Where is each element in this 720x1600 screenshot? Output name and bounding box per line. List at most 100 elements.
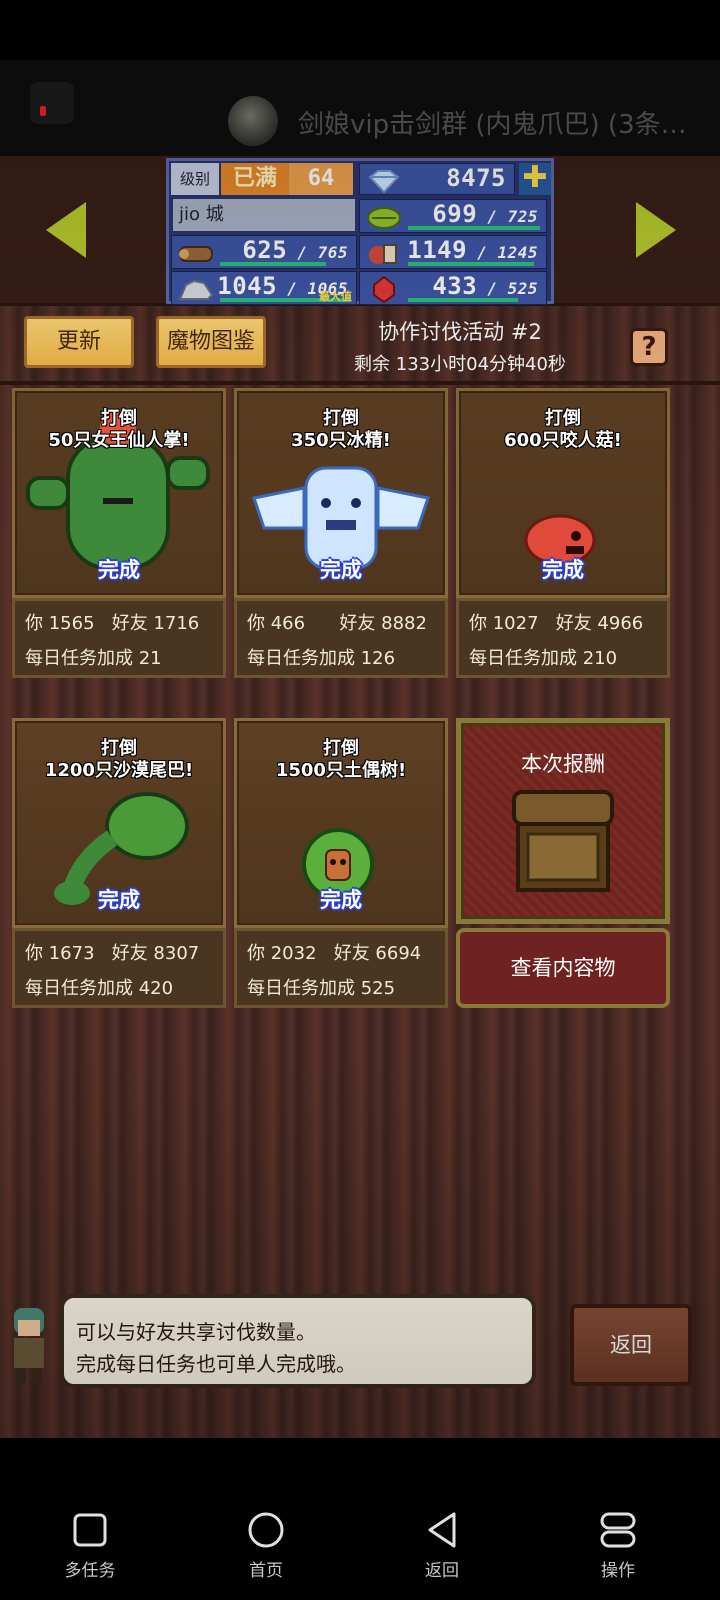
card-info: 你 1027 好友 4966 每日任务加成 210	[456, 598, 670, 678]
card-done-label: 完成	[320, 888, 362, 912]
card-done-label: 完成	[98, 888, 140, 912]
level-value: 64	[289, 163, 353, 195]
card-done-label: 完成	[542, 558, 584, 582]
gems-cell: 8475	[359, 163, 515, 195]
nav-label: 多任务	[64, 1561, 116, 1581]
dialog-line-2: 完成每日任务也可单人完成哦。	[76, 1352, 356, 1376]
food-max: 1245	[497, 243, 538, 262]
grass-max: 725	[507, 207, 538, 226]
event-title: 协作讨伐活动 #2	[378, 320, 542, 344]
card-bonus: 每日任务加成 525	[247, 978, 396, 999]
nav-multitask[interactable]: 多任务	[30, 1438, 150, 1600]
card-bonus: 每日任务加成 21	[25, 648, 162, 669]
bestiary-button[interactable]: 魔物图鉴	[156, 316, 266, 368]
reward-title: 本次报酬	[521, 752, 605, 776]
avatar	[228, 96, 278, 146]
card-info: 你 2032 好友 6694 每日任务加成 525	[234, 928, 448, 1008]
wood-bar	[220, 262, 326, 266]
player-name: jio 城	[173, 199, 355, 231]
view-contents-button[interactable]: 查看内容物	[456, 928, 670, 1008]
card-target-text: 1500只土偶树!	[275, 760, 407, 781]
level-full-badge: 已满	[221, 163, 289, 195]
card-you-count: 你 1027	[469, 613, 539, 634]
nav-label: 返回	[425, 1561, 459, 1581]
grass-cell: 699 / 725	[359, 199, 547, 233]
system-navbar: 多任务 首页 返回 操作	[0, 1438, 720, 1600]
card-info: 你 466 好友 8882 每日任务加成 126	[234, 598, 448, 678]
screen: { "notification": { "message": "剑娘vip击剑群…	[0, 0, 720, 1600]
card-target-text: 350只冰精!	[291, 430, 391, 451]
game-area: 级别 已满 64 8475 ✚ jio 城 699 / 725 625 / 76…	[0, 156, 720, 1438]
grass-bar	[408, 226, 540, 230]
hunt-card-ice-spirit[interactable]: 打倒 350只冰精! 完成 你 466 好友 8882 每日任务加成 126	[234, 388, 448, 678]
ruby-icon	[373, 275, 395, 303]
card-target-text: 1200只沙漠尾巴!	[44, 760, 194, 781]
dialog-line-1: 可以与好友共享讨伐数量。	[76, 1320, 316, 1344]
ruby-bar	[408, 298, 518, 302]
nav-back[interactable]: 返回	[382, 1438, 502, 1600]
diamond-icon	[368, 170, 400, 194]
card-you-count: 你 1673	[25, 943, 95, 964]
card-friend-count: 好友 8307	[111, 943, 200, 964]
help-button[interactable]: ?	[630, 328, 668, 366]
treasure-chest-icon	[512, 790, 614, 892]
ruby-value: 433	[432, 272, 478, 300]
grass-value: 699	[432, 200, 478, 228]
card-bonus: 每日任务加成 420	[25, 978, 174, 999]
card-friend-count: 好友 4966	[555, 613, 644, 634]
stone-cell: 1045 / 1065 最大值	[171, 271, 357, 305]
card-bonus: 每日任务加成 126	[247, 648, 396, 669]
notification-message: 剑娘vip击剑群 (内鬼爪巴) (3条…	[298, 110, 687, 140]
nav-operation[interactable]: 操作	[558, 1438, 678, 1600]
food-cell: 1149 / 1245	[359, 235, 547, 269]
event-timer: 剩余 133小时04分钟40秒	[354, 354, 566, 375]
card-bonus: 每日任务加成 210	[469, 648, 618, 669]
card-target-text: 50只女王仙人掌!	[48, 430, 190, 451]
arrow-right-icon[interactable]	[636, 202, 676, 258]
hunt-card-cactus[interactable]: 打倒 50只女王仙人掌! 完成 你 1565 好友 1716 每日任务加成 21	[12, 388, 226, 678]
status-bar: 级别 已满 64 8475 ✚ jio 城 699 / 725 625 / 76…	[0, 156, 720, 306]
card-you-count: 你 2032	[247, 943, 317, 964]
card-friend-count: 好友 8882	[339, 613, 427, 634]
nav-label: 操作	[601, 1561, 635, 1581]
wood-value: 625	[242, 236, 288, 264]
wood-cell: 625 / 765	[171, 235, 357, 269]
card-target-verb: 打倒	[101, 738, 137, 759]
level-cell: 级别 已满 64	[171, 163, 357, 195]
food-value: 1149	[407, 236, 468, 264]
back-button[interactable]: 返回	[570, 1304, 692, 1386]
refresh-button[interactable]: 更新	[24, 316, 134, 368]
hunt-card-desert-tail[interactable]: 打倒 1200只沙漠尾巴! 完成 你 1673 好友 8307 每日任务加成 42…	[12, 718, 226, 1008]
stone-icon	[178, 279, 214, 300]
app-icon	[30, 82, 74, 124]
hunt-card-earth-tree[interactable]: 打倒 1500只土偶树! 完成 你 2032 好友 6694 每日任务加成 525	[234, 718, 448, 1008]
reward-card: 本次报酬 查看内容物	[456, 718, 670, 1008]
square-icon	[73, 1513, 107, 1547]
card-target-verb: 打倒	[101, 408, 137, 429]
card-friend-count: 好友 6694	[333, 943, 422, 964]
guide-character-icon	[14, 1308, 44, 1382]
card-done-label: 完成	[320, 558, 362, 582]
stone-value: 1045	[217, 272, 278, 300]
card-info: 你 1673 好友 8307 每日任务加成 420	[12, 928, 226, 1008]
ruby-max: 525	[507, 279, 538, 298]
grass-icon	[367, 207, 401, 229]
hunt-card-biting-mushroom[interactable]: 打倒 600只咬人菇! 完成 你 1027 好友 4966 每日任务加成 210	[456, 388, 670, 678]
card-done-label: 完成	[98, 558, 140, 582]
plus-button[interactable]: ✚	[519, 163, 551, 195]
card-target-text: 600只咬人菇!	[504, 430, 622, 451]
level-label: 级别	[171, 163, 219, 195]
nav-home[interactable]: 首页	[206, 1438, 326, 1600]
controls-row: 更新 魔物图鉴 协作讨伐活动 #2 剩余 133小时04分钟40秒 ?	[0, 306, 720, 386]
stone-max-tag: 最大值	[319, 290, 352, 303]
arrow-left-icon[interactable]	[46, 202, 86, 258]
card-friend-count: 好友 1716	[111, 613, 200, 634]
card-target-verb: 打倒	[323, 408, 359, 429]
ruby-cell: 433 / 525	[359, 271, 547, 305]
resource-panel: 级别 已满 64 8475 ✚ jio 城 699 / 725 625 / 76…	[166, 158, 554, 305]
operation-icon	[600, 1512, 636, 1548]
wood-max: 765	[317, 243, 348, 262]
gems-value: 8475	[446, 164, 506, 192]
triangle-back-icon	[428, 1512, 456, 1548]
divider	[0, 381, 720, 385]
